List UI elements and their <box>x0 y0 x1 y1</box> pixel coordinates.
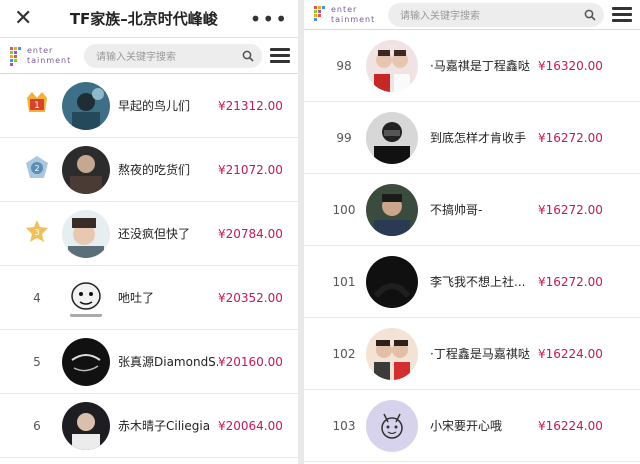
list-item[interactable]: 4 吔吐了 ¥20352.00 <box>0 266 298 330</box>
amount: ¥16272.00 <box>538 130 603 145</box>
logo-text-top: enter <box>331 4 358 14</box>
search-input[interactable]: 请输入关键字搜索 <box>388 2 604 27</box>
amount: ¥20784.00 <box>218 226 283 241</box>
medal-number: 2 <box>34 164 39 173</box>
amount: ¥20352.00 <box>218 290 283 305</box>
rank-number: 4 <box>33 290 41 305</box>
rank-number: 100 <box>332 202 356 217</box>
list-item[interactable]: 3 还没疯但快了 ¥20784.00 <box>0 202 298 266</box>
rank-medal-silver: 2 <box>12 154 62 185</box>
nickname: 还没疯但快了 <box>118 227 191 241</box>
amount: ¥21072.00 <box>218 162 283 177</box>
amount: ¥16224.00 <box>538 346 603 361</box>
bronze-medal-icon: 3 <box>26 220 48 242</box>
nickname: ·马嘉祺是丁程鑫哒 <box>430 59 530 73</box>
nickname: 小宋要开心哦 <box>430 419 503 433</box>
list-item[interactable]: 102 ·丁程鑫是马嘉祺哒 ¥16224.00 <box>304 318 640 390</box>
rank-number: 102 <box>332 346 356 361</box>
search-icon[interactable] <box>242 50 254 62</box>
nickname: 早起的鸟儿们 <box>118 99 191 113</box>
nickname: 吔吐了 <box>118 291 155 305</box>
avatar[interactable] <box>62 209 110 258</box>
amount: ¥20160.00 <box>218 354 283 369</box>
list-item[interactable]: 2 熬夜的吃货们 ¥21072.00 <box>0 138 298 202</box>
nickname: 张真源DiamondS... <box>118 355 218 369</box>
avatar[interactable] <box>62 273 110 322</box>
list-item[interactable]: 5 张真源DiamondS... ¥20160.00 <box>0 330 298 394</box>
right-screen: enter tainment 请输入关键字搜索 98 ·马嘉祺是丁程鑫哒 ¥16… <box>304 0 640 464</box>
nickname: 赤木晴子Ciliegia <box>118 419 211 433</box>
logo-text-bottom: tainment <box>331 14 376 24</box>
site-header: enter tainment 请输入关键字搜索 <box>304 0 640 30</box>
rank-number: 103 <box>332 418 356 433</box>
amount: ¥21312.00 <box>218 98 283 113</box>
close-icon[interactable]: ✕ <box>14 7 38 30</box>
page-title: TF家族–北京时代峰峻 <box>69 10 218 28</box>
amount: ¥16224.00 <box>538 418 603 433</box>
menu-icon[interactable] <box>612 7 632 22</box>
avatar[interactable] <box>366 255 418 308</box>
search-input[interactable]: 请输入关键字搜索 <box>84 43 262 68</box>
avatar[interactable] <box>62 81 110 130</box>
list-item[interactable]: 100 不搞帅哥- ¥16272.00 <box>304 174 640 246</box>
avatar[interactable] <box>366 183 418 236</box>
list-item[interactable]: 99 到底怎样才肯收手 ¥16272.00 <box>304 102 640 174</box>
avatar[interactable] <box>62 145 110 194</box>
amount: ¥20064.00 <box>218 418 283 433</box>
nickname: 不搞帅哥- <box>430 203 483 217</box>
nickname: 到底怎样才肯收手 <box>430 131 527 145</box>
title-bar: ✕ TF家族–北京时代峰峻 ••• <box>0 0 298 38</box>
amount: ¥16320.00 <box>538 58 603 73</box>
logo-mark-icon <box>314 5 325 21</box>
rank-number: 5 <box>33 354 41 369</box>
search-icon[interactable] <box>584 9 596 21</box>
avatar[interactable] <box>62 337 110 386</box>
list-item[interactable]: 101 李飞我不想上社... ¥16272.00 <box>304 246 640 318</box>
nickname: 李飞我不想上社... <box>430 275 526 289</box>
list-item[interactable]: 103 小宋要开心哦 ¥16224.00 <box>304 390 640 462</box>
site-header: enter tainment 请输入关键字搜索 <box>0 38 298 74</box>
amount: ¥16272.00 <box>538 274 603 289</box>
rank-medal-bronze: 3 <box>12 218 62 249</box>
menu-icon[interactable] <box>270 48 290 63</box>
list-item[interactable]: 98 ·马嘉祺是丁程鑫哒 ¥16320.00 <box>304 30 640 102</box>
medal-number: 1 <box>34 101 40 111</box>
logo-text-top: enter <box>27 45 54 55</box>
gold-medal-icon: 1 <box>27 92 47 112</box>
rank-number: 101 <box>332 274 356 289</box>
rank-medal-gold: 1 <box>12 90 62 121</box>
nickname: 熬夜的吃货们 <box>118 163 191 177</box>
list-item[interactable]: 1 早起的鸟儿们 ¥21312.00 <box>0 74 298 138</box>
left-screen: ✕ TF家族–北京时代峰峻 ••• enter tainment 请输入关键字搜… <box>0 0 298 464</box>
rank-number: 6 <box>33 418 41 433</box>
brand-logo[interactable]: enter tainment <box>8 43 70 69</box>
brand-logo[interactable]: enter tainment <box>312 2 374 28</box>
avatar[interactable] <box>366 399 418 452</box>
list-item[interactable]: 6 赤木晴子Ciliegia ¥20064.00 <box>0 394 298 458</box>
medal-number: 3 <box>34 228 39 237</box>
rank-number: 99 <box>336 130 352 145</box>
avatar[interactable] <box>366 111 418 164</box>
more-icon[interactable]: ••• <box>250 7 288 31</box>
amount: ¥16272.00 <box>538 202 603 217</box>
logo-mark-icon <box>10 46 21 66</box>
avatar[interactable] <box>366 327 418 380</box>
avatar[interactable] <box>62 401 110 450</box>
nickname: ·丁程鑫是马嘉祺哒 <box>430 347 530 361</box>
search-placeholder: 请输入关键字搜索 <box>96 52 176 63</box>
search-placeholder: 请输入关键字搜索 <box>400 11 480 22</box>
silver-medal-icon: 2 <box>26 156 48 178</box>
logo-text-bottom: tainment <box>27 55 72 65</box>
avatar[interactable] <box>366 39 418 92</box>
rank-number: 98 <box>336 58 352 73</box>
